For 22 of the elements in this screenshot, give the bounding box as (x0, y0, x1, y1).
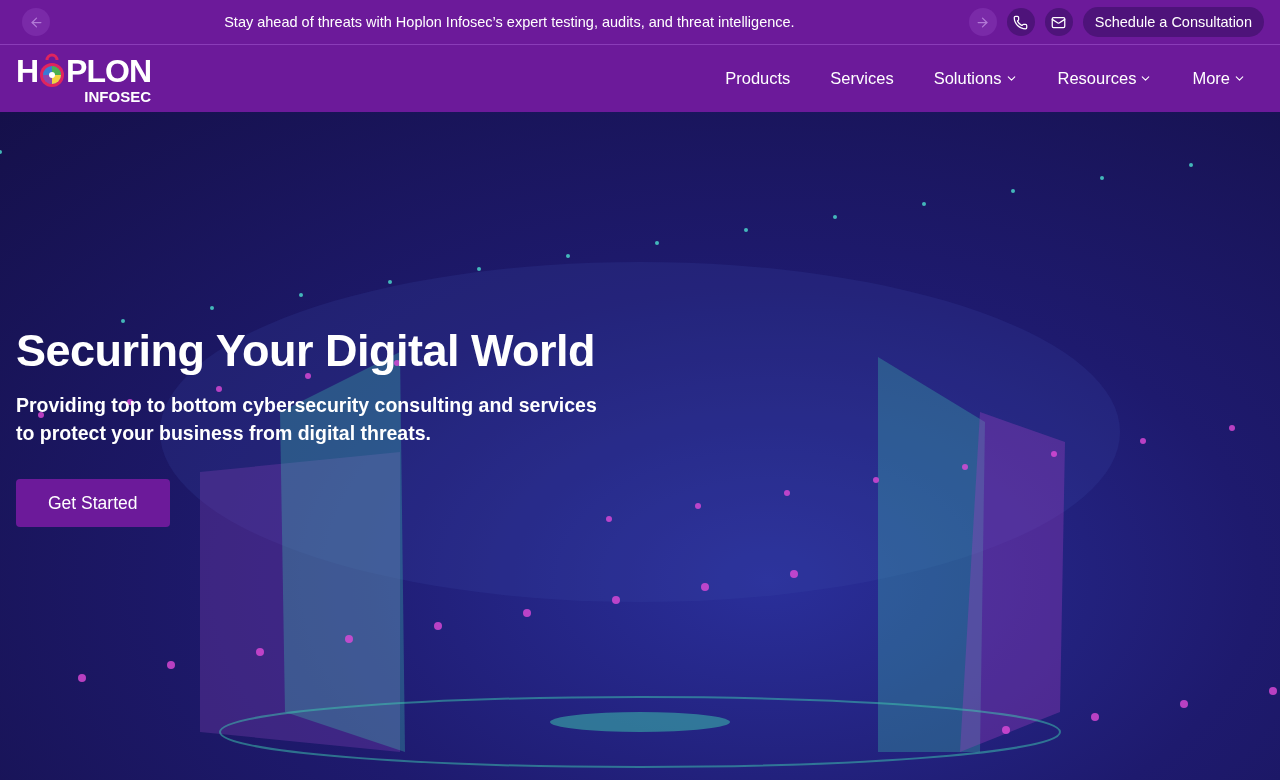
nav-link[interactable]: Resources (1057, 69, 1153, 88)
arrow-left-icon (28, 14, 44, 30)
next-button[interactable] (968, 8, 997, 36)
phone-icon (1013, 14, 1029, 30)
logo-letter: H (16, 55, 39, 87)
nav-link[interactable]: Products (725, 69, 791, 88)
nav-link[interactable]: Solutions (933, 69, 1018, 88)
hero-subtitle: Providing top to bottom cybersecurity consulting and services to protect your business from digital threats. (16, 393, 598, 446)
logo-emblem-icon (38, 53, 67, 89)
schedule-consultation-button[interactable]: Schedule a Consultation (1082, 7, 1264, 37)
hero-title: Securing Your Digital World (16, 325, 597, 377)
nav-link[interactable]: Services (830, 69, 894, 88)
arrow-right-icon (975, 14, 991, 30)
logo-wordmark: PLON (66, 55, 151, 87)
email-button[interactable] (1044, 8, 1073, 36)
get-started-button[interactable]: Get Started (16, 479, 170, 527)
mail-icon (1051, 14, 1067, 30)
phone-button[interactable] (1006, 8, 1035, 36)
nav-link[interactable]: More (1192, 69, 1246, 88)
previous-button[interactable] (22, 8, 50, 36)
announcement-text: Stay ahead of threats with Hoplon Infosec’s expert testing, audits, and threat intelligence. (223, 14, 796, 30)
logo-subtitle: INFOSEC (84, 89, 151, 104)
